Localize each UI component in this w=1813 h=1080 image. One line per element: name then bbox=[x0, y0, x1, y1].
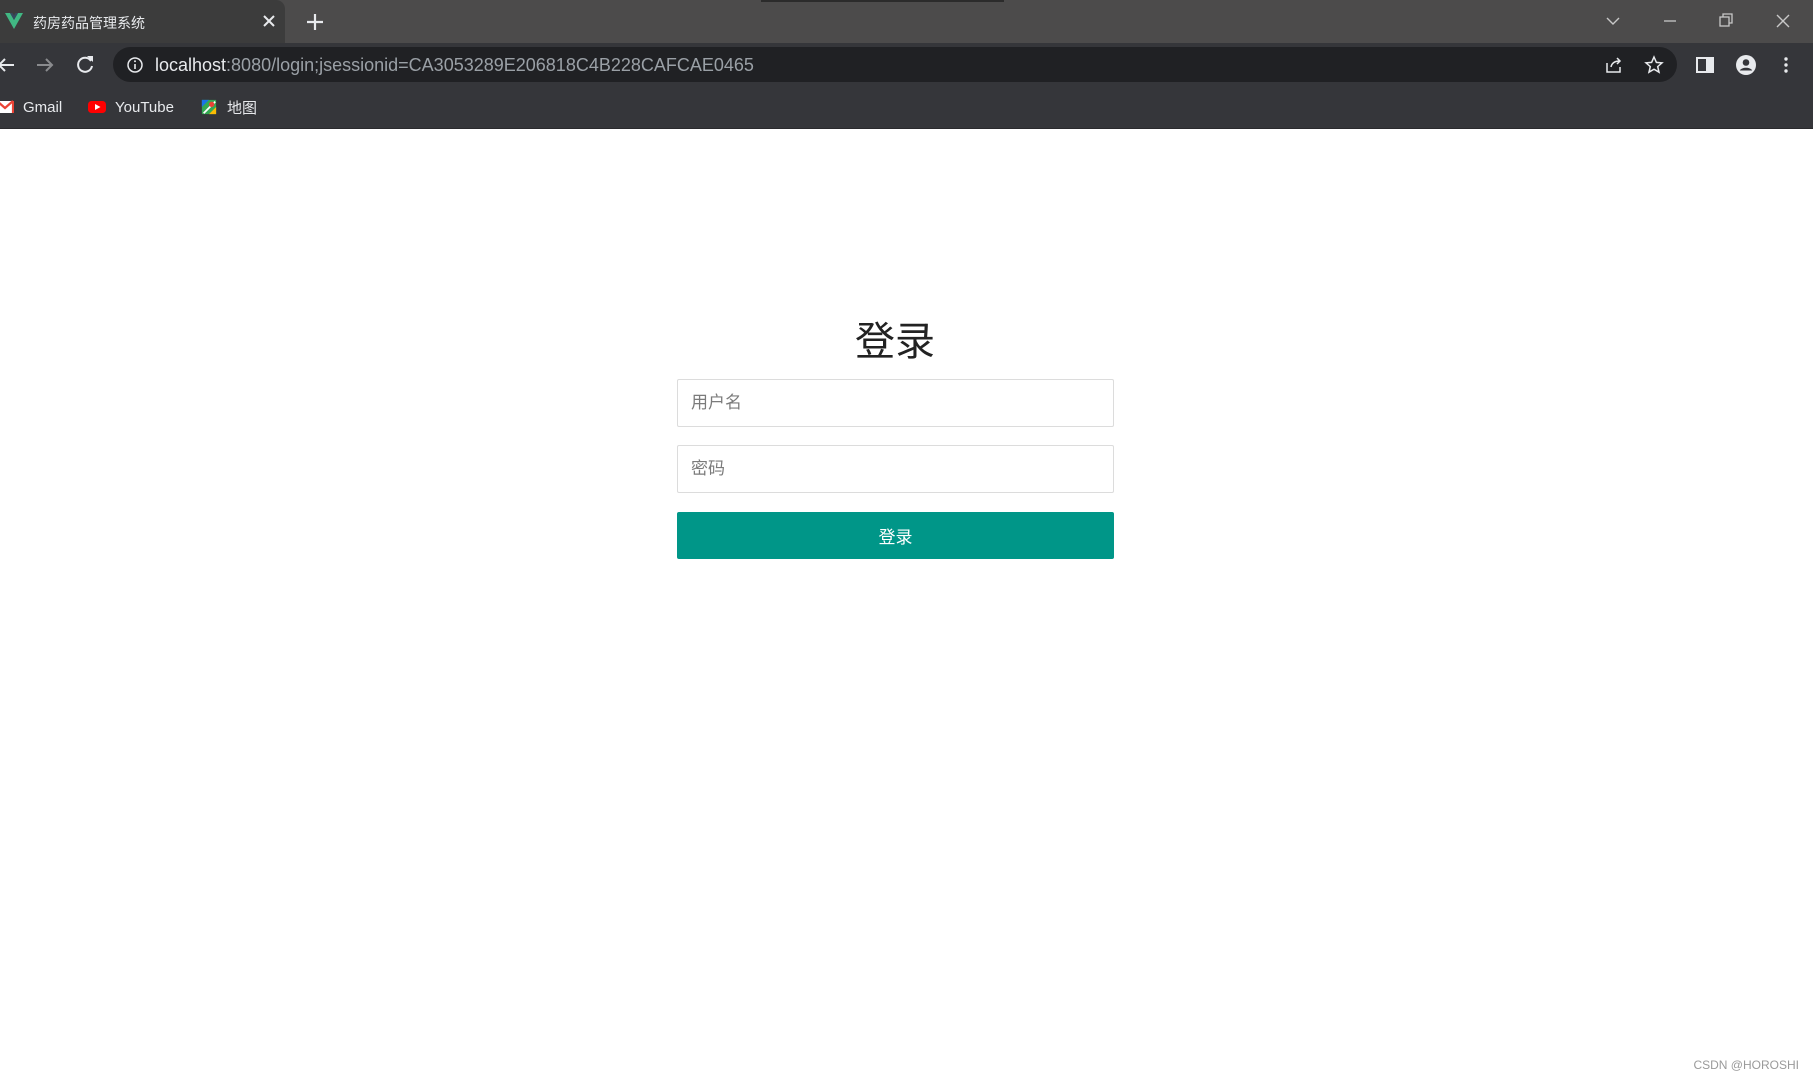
close-window-icon[interactable] bbox=[1768, 6, 1798, 36]
address-bar[interactable]: localhost:8080/login;jsessionid=CA305328… bbox=[113, 47, 1677, 82]
url-host: localhost bbox=[155, 55, 227, 75]
window-drag-indicator bbox=[761, 0, 1004, 2]
close-tab-icon[interactable] bbox=[259, 11, 279, 31]
url-path: :8080/login;jsessionid=CA3053289E206818C… bbox=[226, 55, 754, 75]
username-input[interactable] bbox=[678, 380, 1113, 426]
url-text: localhost:8080/login;jsessionid=CA305328… bbox=[155, 55, 754, 76]
bookmark-youtube[interactable]: YouTube bbox=[88, 96, 174, 118]
bookmark-label: Gmail bbox=[23, 98, 63, 116]
reload-icon[interactable] bbox=[73, 53, 97, 77]
bookmark-label: 地图 bbox=[227, 99, 258, 117]
browser-tab-active[interactable]: 药房药品管理系统 bbox=[0, 0, 285, 43]
bookmark-star-icon[interactable] bbox=[1644, 55, 1664, 75]
login-button[interactable]: 登录 bbox=[677, 512, 1114, 559]
profile-avatar-icon[interactable] bbox=[1734, 53, 1758, 77]
tab-title: 药房药品管理系统 bbox=[33, 16, 145, 32]
minimize-icon[interactable] bbox=[1655, 6, 1685, 36]
bookmark-gmail[interactable]: Gmail bbox=[0, 96, 62, 118]
login-title: 登录 bbox=[855, 319, 935, 365]
username-field[interactable] bbox=[677, 379, 1114, 427]
maps-icon bbox=[201, 99, 217, 115]
bookmark-label: YouTube bbox=[115, 98, 174, 116]
restore-icon[interactable] bbox=[1711, 6, 1741, 36]
password-field[interactable] bbox=[677, 445, 1114, 493]
site-info-icon[interactable] bbox=[126, 56, 144, 74]
new-tab-plus-icon[interactable] bbox=[303, 10, 327, 34]
share-icon[interactable] bbox=[1604, 55, 1624, 75]
tab-search-chevron-icon[interactable] bbox=[1598, 6, 1628, 36]
vue-logo-icon bbox=[5, 13, 23, 29]
back-arrow-icon[interactable] bbox=[0, 53, 18, 77]
bookmark-maps[interactable]: 地图 bbox=[200, 96, 257, 118]
password-input[interactable] bbox=[678, 446, 1113, 492]
side-panel-icon[interactable] bbox=[1693, 53, 1717, 77]
browser-tabstrip: 药房药品管理系统 bbox=[0, 0, 1813, 43]
more-menu-icon[interactable] bbox=[1774, 53, 1798, 77]
browser-toolbar: localhost:8080/login;jsessionid=CA305328… bbox=[0, 43, 1813, 86]
bookmarks-bar: Gmail YouTube 地图 bbox=[0, 86, 1813, 129]
watermark-text: CSDN @HOROSHI bbox=[1693, 1058, 1799, 1072]
youtube-icon bbox=[88, 101, 106, 113]
gmail-icon bbox=[0, 100, 14, 113]
forward-arrow-icon[interactable] bbox=[33, 53, 57, 77]
